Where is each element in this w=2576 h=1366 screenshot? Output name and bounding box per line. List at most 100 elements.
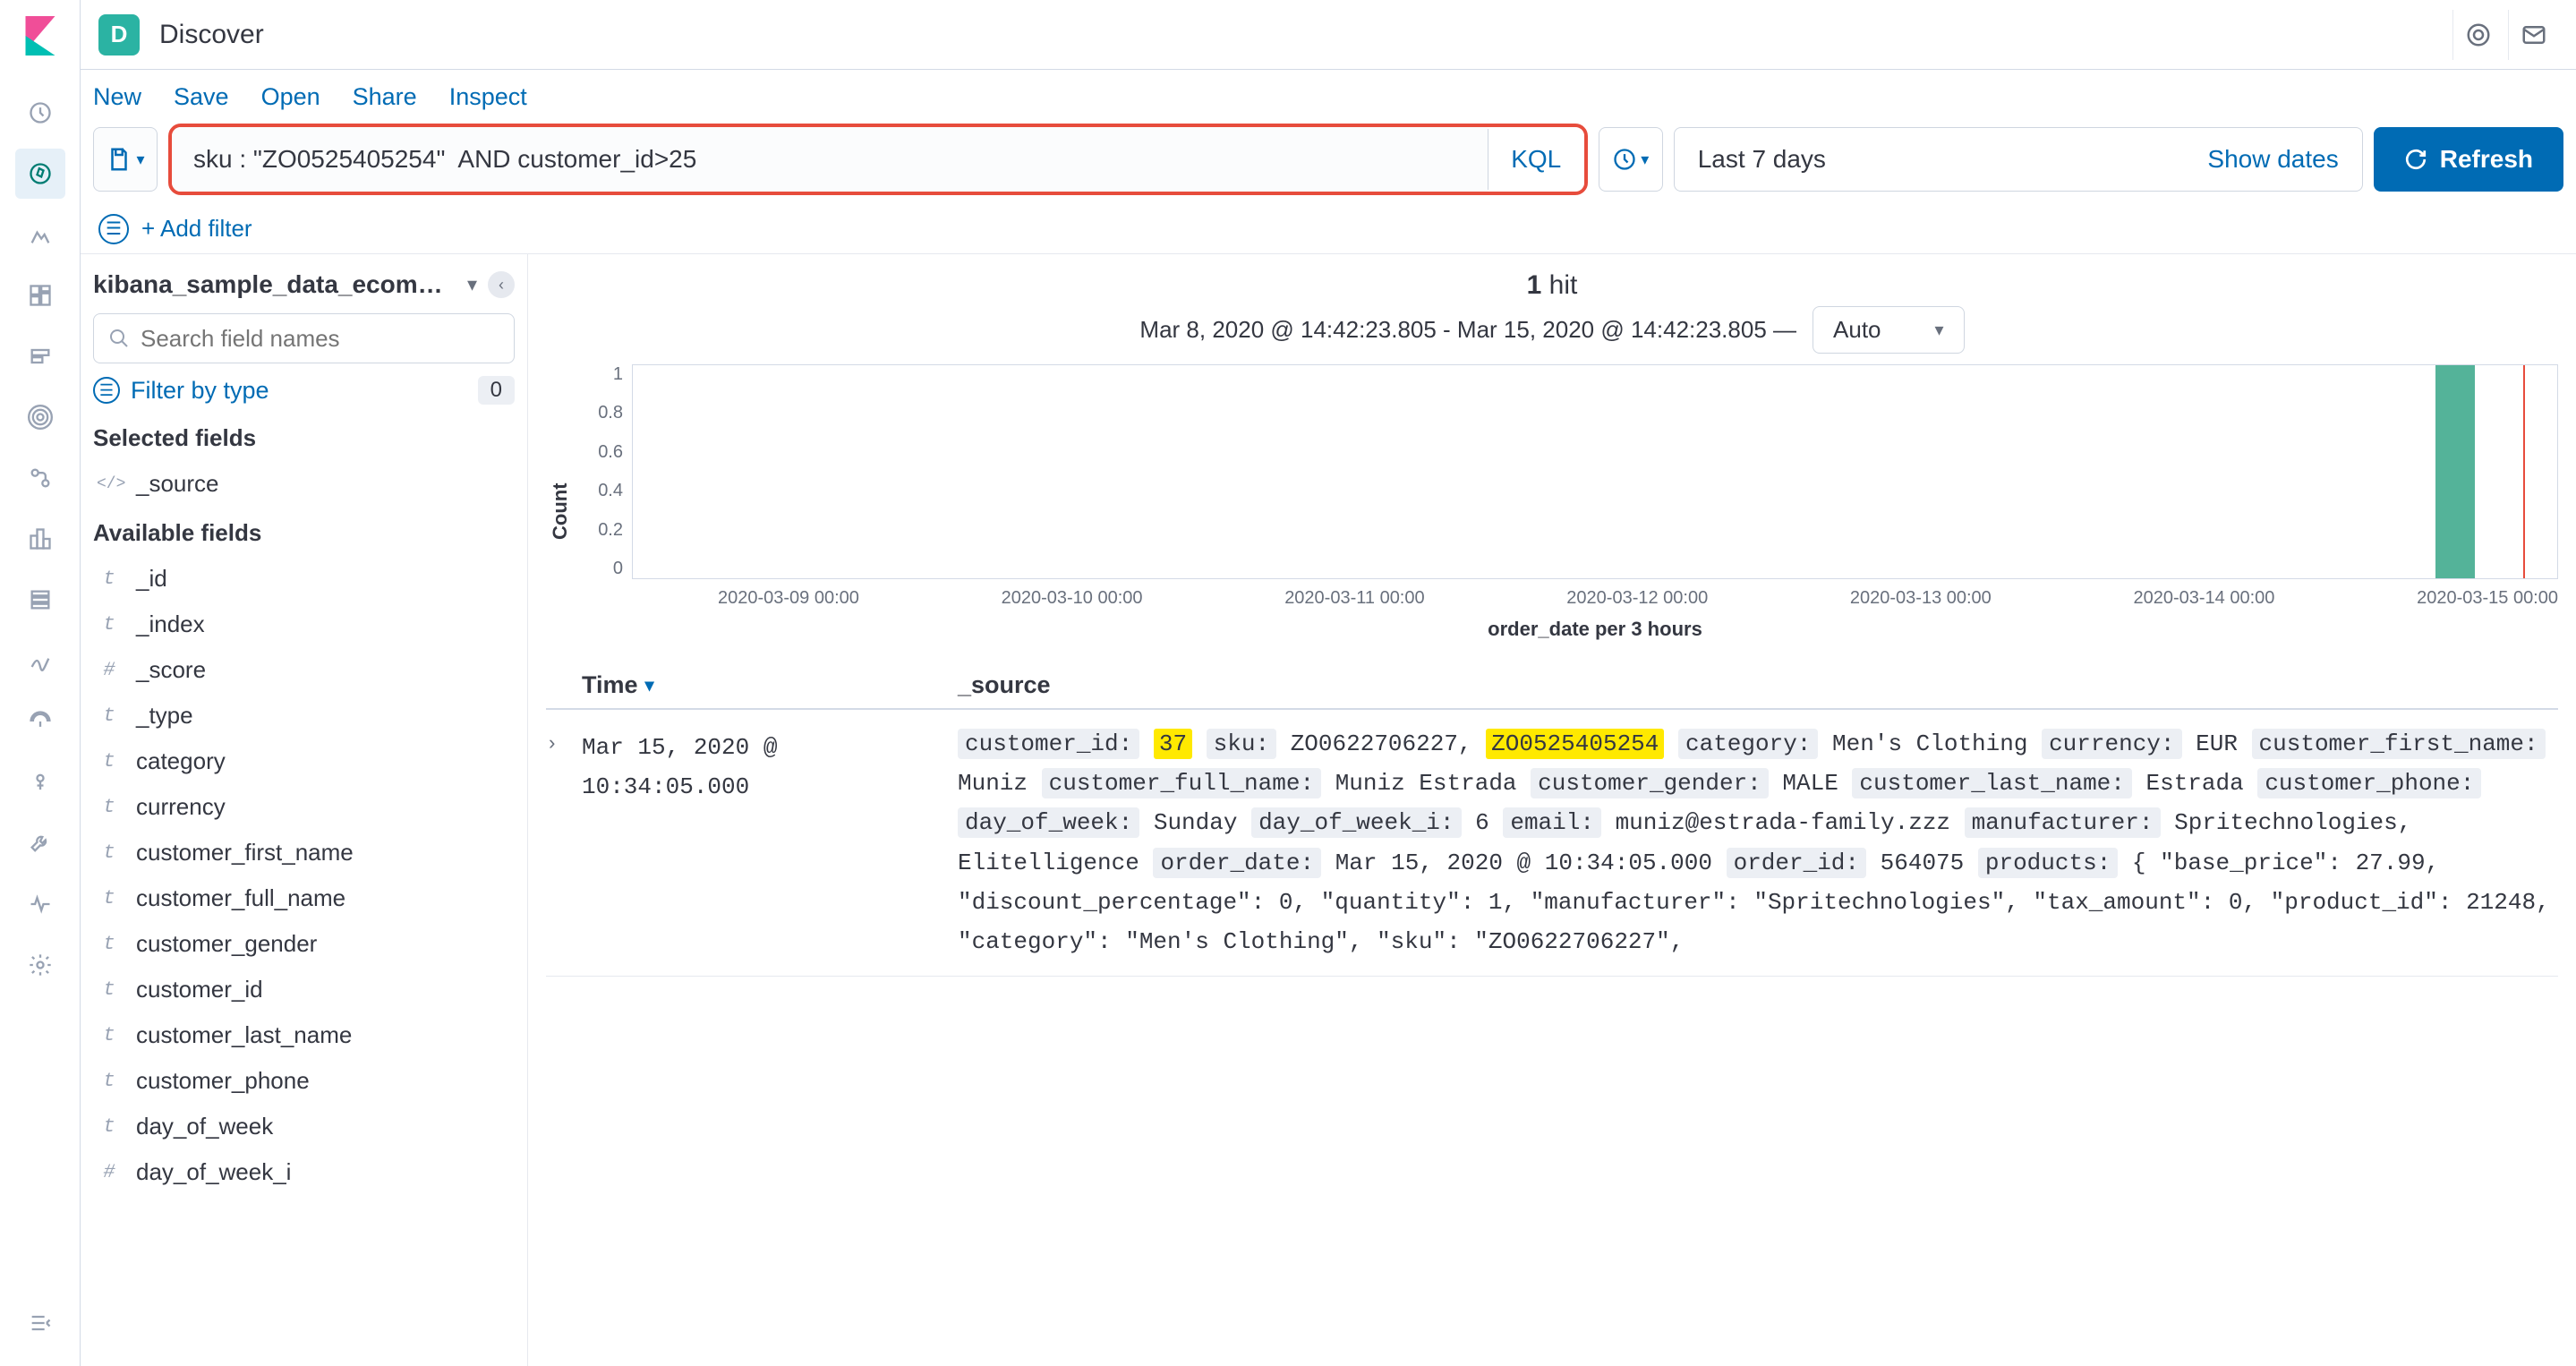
expand-row-button[interactable]: › xyxy=(546,724,582,961)
nav-logs-icon[interactable] xyxy=(15,575,65,625)
menu-save[interactable]: Save xyxy=(174,83,229,111)
newsfeed-icon[interactable] xyxy=(2452,10,2503,60)
menu-new[interactable]: New xyxy=(93,83,141,111)
source-value: Muniz xyxy=(958,770,1028,797)
row-source-value: customer_id: 37 sku: ZO0622706227, ZO052… xyxy=(958,724,2558,961)
filter-toggle-icon[interactable]: ☰ xyxy=(98,214,129,244)
source-value: 6 xyxy=(1475,809,1489,836)
field-item[interactable]: t_id xyxy=(93,556,515,602)
field-search[interactable] xyxy=(93,313,515,363)
plot-area[interactable] xyxy=(632,364,2558,579)
field-item[interactable]: tcustomer_first_name xyxy=(93,830,515,875)
source-key: customer_first_name: xyxy=(2252,729,2546,759)
kql-button[interactable]: KQL xyxy=(1488,129,1584,190)
field-name: customer_last_name xyxy=(136,1021,352,1049)
menu-inspect[interactable]: Inspect xyxy=(449,83,527,111)
chevron-down-icon[interactable]: ▾ xyxy=(467,273,477,296)
field-type-icon: t xyxy=(97,933,122,955)
kibana-logo-icon[interactable] xyxy=(21,16,60,55)
selected-fields-heading: Selected fields xyxy=(93,424,515,452)
nav-uptime-icon[interactable] xyxy=(15,696,65,747)
query-input[interactable] xyxy=(172,127,1488,192)
field-search-input[interactable] xyxy=(141,325,499,353)
field-name: _index xyxy=(136,610,205,638)
filter-icon: ☰ xyxy=(93,377,120,404)
column-time[interactable]: Time ▾ xyxy=(582,671,958,699)
field-name: currency xyxy=(136,793,226,821)
nav-visualize-icon[interactable] xyxy=(15,209,65,260)
refresh-button[interactable]: Refresh xyxy=(2374,127,2563,192)
field-type-icon: t xyxy=(97,796,122,818)
nav-recent-icon[interactable] xyxy=(15,88,65,138)
table-header: Time ▾ _source xyxy=(546,662,2558,710)
nav-monitoring-icon[interactable] xyxy=(15,879,65,929)
sidebar: kibana_sample_data_ecom… ▾ ‹ ☰ Filter by… xyxy=(81,254,528,1366)
nav-maps-icon[interactable] xyxy=(15,392,65,442)
date-range-label: Last 7 days xyxy=(1698,145,1826,174)
field-item[interactable]: t_type xyxy=(93,693,515,738)
nav-metrics-icon[interactable] xyxy=(15,514,65,564)
nav-management-icon[interactable] xyxy=(15,940,65,990)
histogram-chart[interactable]: Count 10.80.60.40.20 2020-03-09 00:00202… xyxy=(546,364,2558,659)
field-item[interactable]: </>_source xyxy=(93,461,515,507)
nav-ml-icon[interactable] xyxy=(15,453,65,503)
menu-share[interactable]: Share xyxy=(353,83,417,111)
source-key: manufacturer: xyxy=(1965,807,2161,838)
source-key: order_id: xyxy=(1727,848,1866,878)
field-item[interactable]: t_index xyxy=(93,602,515,647)
field-item[interactable]: #_score xyxy=(93,647,515,693)
field-item[interactable]: tcustomer_gender xyxy=(93,921,515,967)
source-value: 37 xyxy=(1154,729,1192,759)
field-item[interactable]: t currency xyxy=(93,784,515,830)
menu-open[interactable]: Open xyxy=(261,83,320,111)
nav-discover-icon[interactable] xyxy=(15,149,65,199)
source-value: 564075 xyxy=(1881,849,1965,876)
sort-desc-icon[interactable]: ▾ xyxy=(645,674,654,696)
nav-rail xyxy=(0,0,81,1366)
source-key: email: xyxy=(1503,807,1601,838)
field-name: day_of_week_i xyxy=(136,1158,291,1186)
source-value: Muniz Estrada xyxy=(1335,770,1517,797)
nav-canvas-icon[interactable] xyxy=(15,331,65,381)
date-range-picker[interactable]: Last 7 days Show dates xyxy=(1674,127,2363,192)
add-filter-link[interactable]: + Add filter xyxy=(141,215,252,243)
source-key: day_of_week: xyxy=(958,807,1139,838)
field-type-icon: t xyxy=(97,750,122,773)
field-name: customer_full_name xyxy=(136,884,345,912)
page-title: Discover xyxy=(159,20,264,50)
nav-dashboard-icon[interactable] xyxy=(15,270,65,320)
search-icon xyxy=(108,328,130,349)
field-item[interactable]: #day_of_week_i xyxy=(93,1149,515,1195)
nav-devtools-icon[interactable] xyxy=(15,818,65,868)
source-key: customer_gender: xyxy=(1531,768,1769,798)
nav-collapse-icon[interactable] xyxy=(15,1298,65,1348)
nav-apm-icon[interactable] xyxy=(15,636,65,686)
field-item[interactable]: tday_of_week xyxy=(93,1104,515,1149)
source-value: Mar 15, 2020 @ 10:34:05.000 xyxy=(1335,849,1712,876)
y-axis-label: Count xyxy=(546,364,575,659)
saved-queries-button[interactable]: ▾ xyxy=(93,127,158,192)
mail-icon[interactable] xyxy=(2508,10,2558,60)
source-value: MALE xyxy=(1782,770,1838,797)
field-item[interactable]: tcustomer_id xyxy=(93,967,515,1012)
query-bar-highlight: KQL xyxy=(168,124,1588,195)
source-key: order_date: xyxy=(1153,848,1321,878)
field-item[interactable]: t category xyxy=(93,738,515,784)
histogram-bar[interactable] xyxy=(2435,365,2475,578)
field-name: category xyxy=(136,747,226,775)
show-dates-link[interactable]: Show dates xyxy=(2207,145,2338,174)
field-item[interactable]: tcustomer_phone xyxy=(93,1058,515,1104)
close-icon[interactable]: ‹ xyxy=(488,271,515,298)
time-quick-button[interactable]: ▾ xyxy=(1599,127,1663,192)
field-item[interactable]: tcustomer_last_name xyxy=(93,1012,515,1058)
index-pattern-name[interactable]: kibana_sample_data_ecom… xyxy=(93,270,456,299)
nav-siem-icon[interactable] xyxy=(15,757,65,807)
interval-select[interactable]: Auto ▾ xyxy=(1813,306,1965,354)
column-source[interactable]: _source xyxy=(958,671,2558,699)
refresh-label: Refresh xyxy=(2440,145,2533,174)
source-value: ZO0622706227, xyxy=(1291,730,1486,757)
filter-by-type-button[interactable]: ☰ Filter by type xyxy=(93,377,269,405)
source-value: Estrada xyxy=(2145,770,2243,797)
field-type-icon: t xyxy=(97,841,122,864)
field-item[interactable]: tcustomer_full_name xyxy=(93,875,515,921)
